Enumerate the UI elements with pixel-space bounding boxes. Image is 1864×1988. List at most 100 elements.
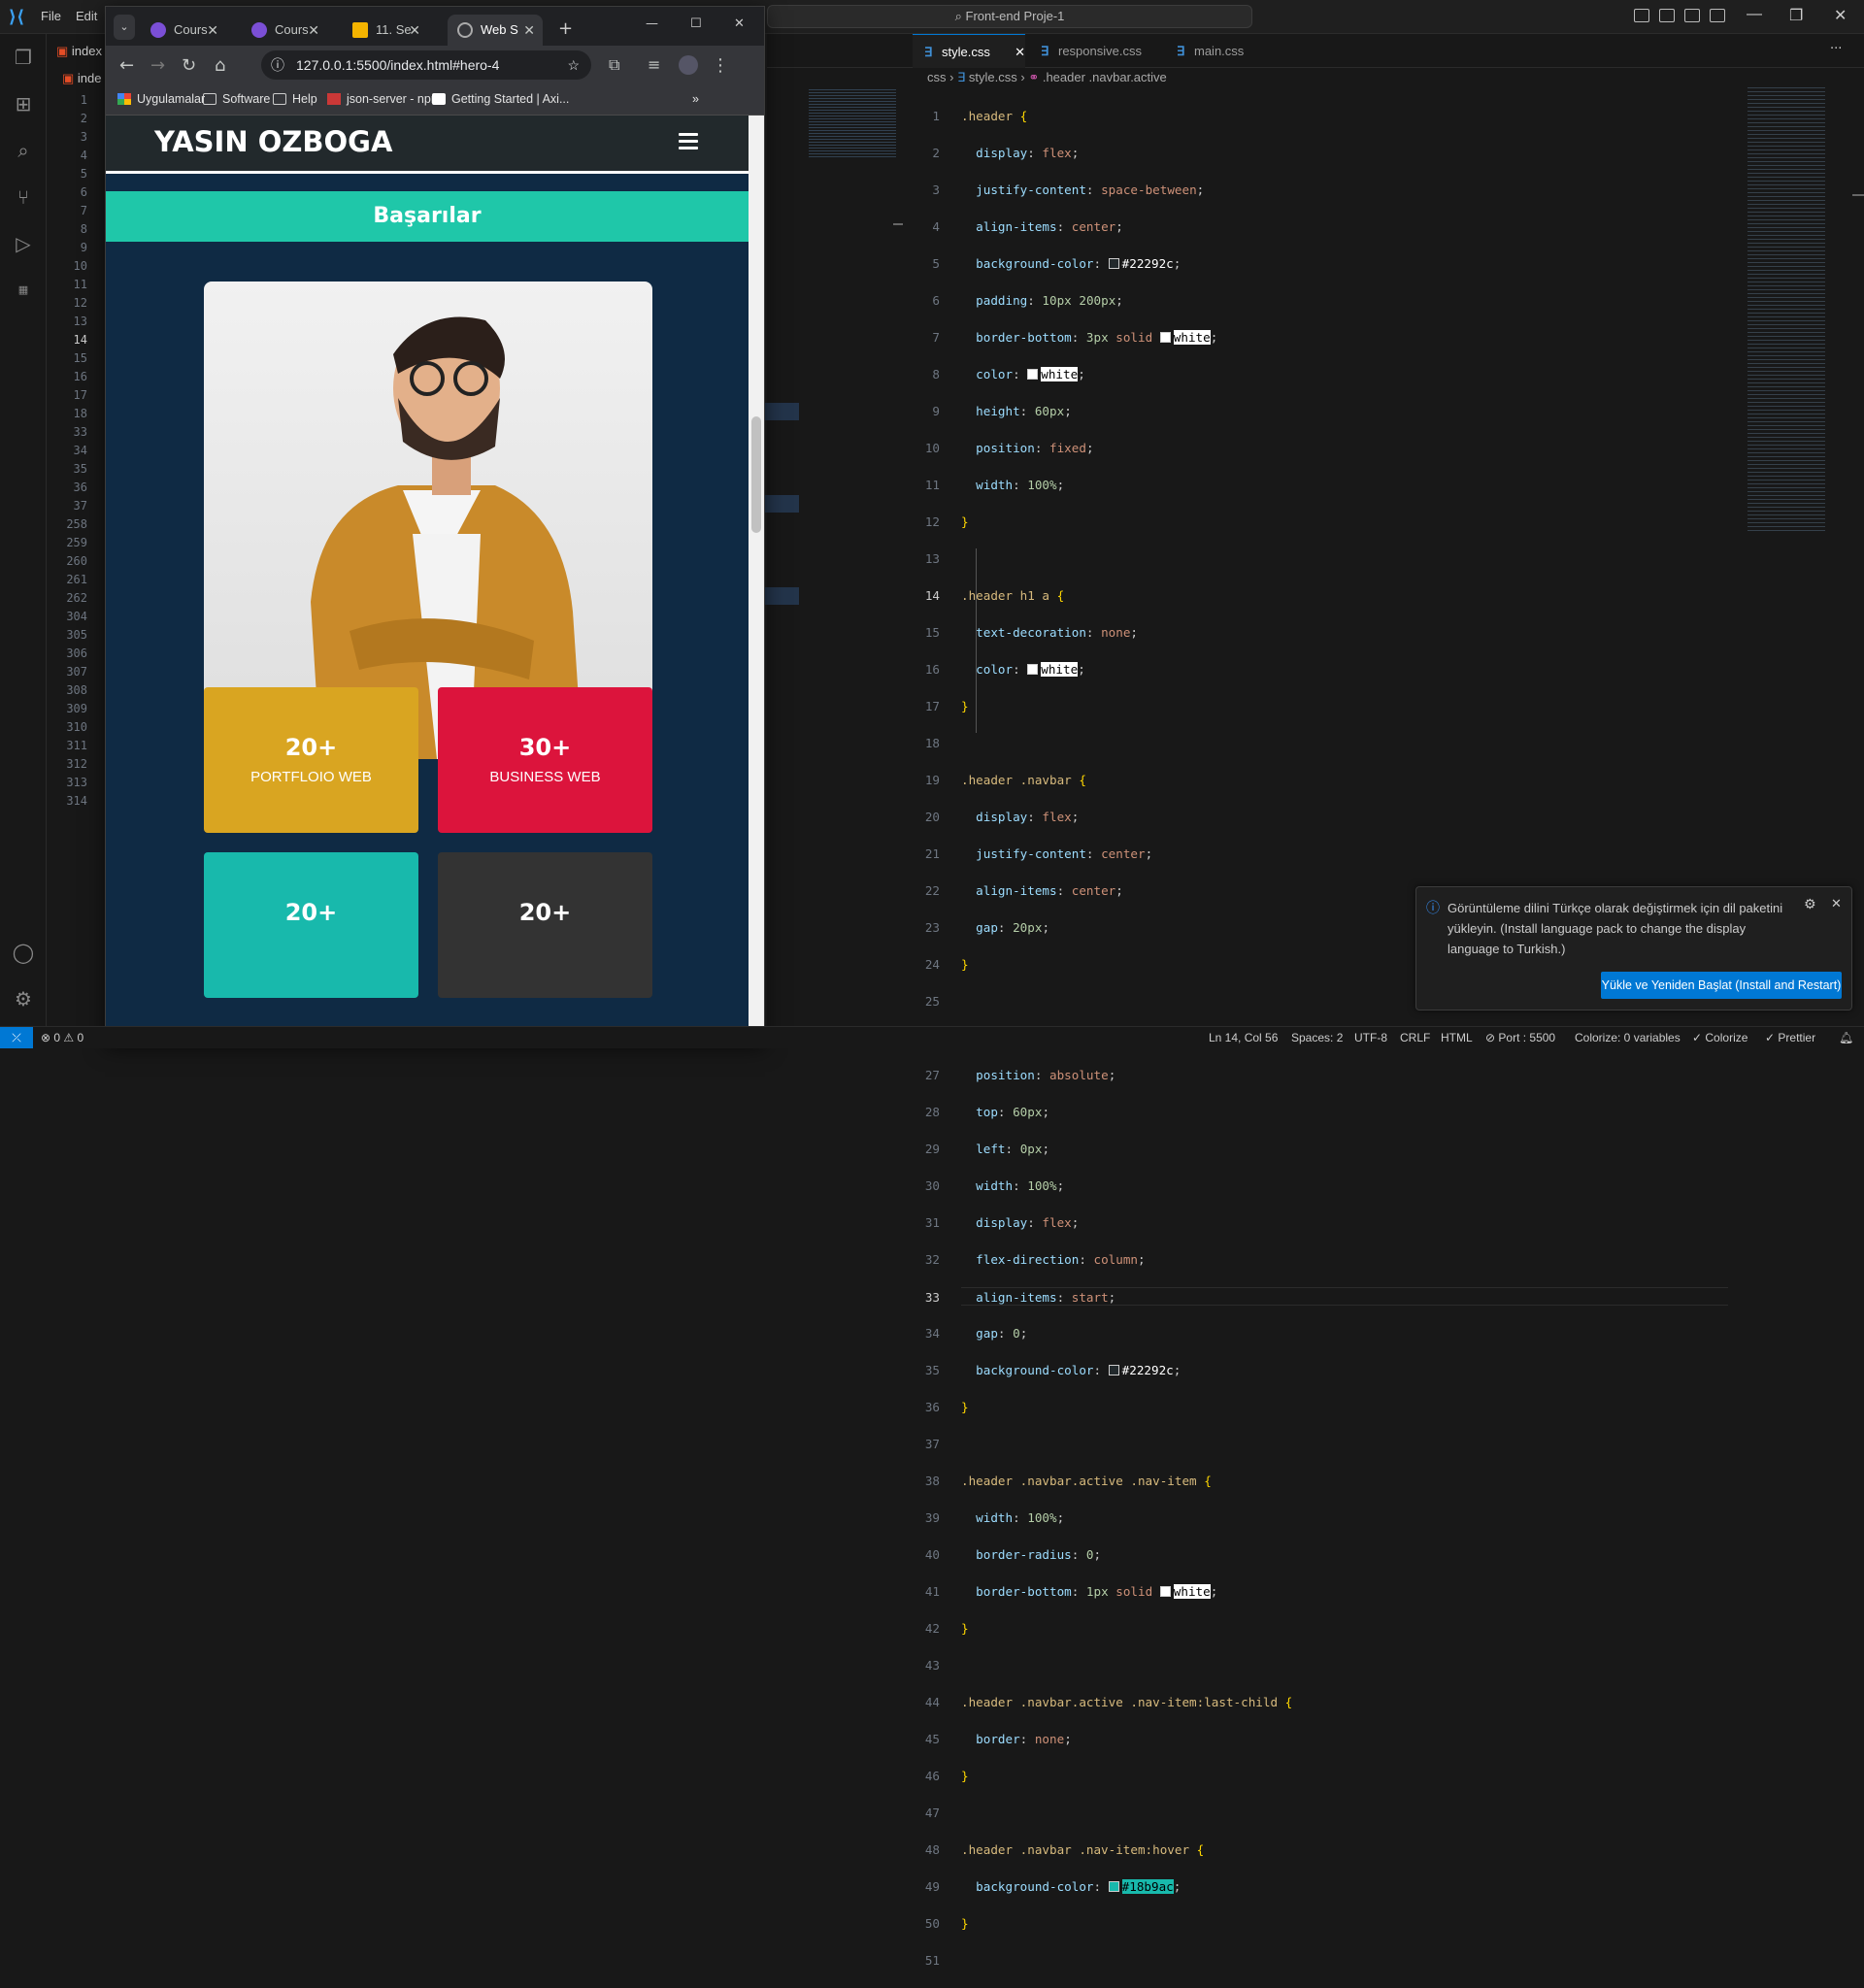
bookmarks-bar: Uygulamalar Software Help json-server - … [106,84,764,116]
minimize-icon[interactable]: — [1747,6,1762,23]
close-tab-icon[interactable]: ✕ [523,15,535,46]
menu-edit[interactable]: Edit [76,9,97,23]
explorer-icon[interactable]: ❐ [10,44,37,71]
browser-menu-icon[interactable]: ⋮ [712,55,729,76]
close-tab-icon[interactable]: ✕ [207,15,218,46]
close-icon[interactable]: ✕ [1834,6,1847,25]
cursor-position[interactable]: Ln 14, Col 56 [1209,1031,1278,1044]
page-viewport[interactable]: YASIN OZBOGA Başarılar 20+ PORTFLOIO WEB … [106,116,749,1044]
media-control-icon[interactable]: ≡ [648,55,660,74]
bookmark-apps[interactable]: Uygulamalar [117,92,205,106]
breadcrumb-folder[interactable]: css [927,70,947,84]
bookmark-star-icon[interactable]: ☆ [567,50,580,80]
bookmark-json-server[interactable]: json-server - npm [327,92,441,106]
highlight-strip [764,587,799,605]
close-tab-icon[interactable]: ✕ [409,15,420,46]
account-icon[interactable]: ◯ [10,939,37,966]
line-number: 310 [66,720,87,734]
site-logo[interactable]: YASIN OZBOGA [154,125,392,158]
problems-indicator[interactable]: ⊗ 0 ⚠ 0 [41,1031,83,1044]
scrollbar-thumb[interactable] [751,416,761,533]
browser-toolbar: ← → ↻ ⌂ ⓘ 127.0.0.1:5500/index.html#hero-… [106,46,764,84]
page-scrollbar[interactable] [749,116,764,1044]
editor-more-icon[interactable]: ··· [1830,42,1842,56]
browser-tab[interactable]: Cours ✕ [242,15,327,46]
minimize-icon[interactable]: — [646,17,658,31]
indentation[interactable]: Spaces: 2 [1291,1031,1343,1044]
tab-responsive-css[interactable]: ∃ responsive.css [1029,34,1165,68]
breadcrumb[interactable]: css › ∃ style.css › ⚭ .header .navbar.ac… [927,70,1167,85]
line-number: 15 [73,351,87,365]
toggle-primary-sidebar-icon[interactable] [1634,9,1649,22]
more-bookmarks-icon[interactable]: » [692,92,699,106]
live-server-port[interactable]: ⊘ Port : 5500 [1485,1031,1555,1044]
breadcrumb-file[interactable]: style.css [969,70,1017,84]
toggle-panel-icon[interactable] [1659,9,1675,22]
menu-file[interactable]: File [41,9,61,23]
toggle-secondary-sidebar-icon[interactable] [1684,9,1700,22]
site-info-icon[interactable]: ⓘ [271,50,284,80]
line-number: 1 [80,93,87,107]
home-icon[interactable]: ⌂ [215,55,225,76]
end-of-line[interactable]: CRLF [1400,1031,1430,1044]
prettier-status[interactable]: ✓ Prettier [1765,1031,1815,1044]
search-icon[interactable]: ⌕ [10,137,37,164]
axios-icon [432,93,446,105]
line-number: 262 [66,591,87,605]
profile-avatar[interactable] [679,55,698,75]
close-window-icon[interactable]: ✕ [734,17,745,31]
indent-guide [976,548,977,733]
bookmark-help[interactable]: Help [273,92,317,106]
left-editor-tab[interactable]: ▣ index [56,44,102,59]
line-number: 261 [66,573,87,586]
line-number: 258 [66,517,87,531]
command-center[interactable]: ⌕ Front-end Proje-1 [767,5,1252,28]
extensions-icon[interactable]: ⊞ [10,90,37,117]
language-mode[interactable]: HTML [1441,1031,1473,1044]
forward-icon[interactable]: → [150,55,165,76]
reload-icon[interactable]: ↻ [182,55,196,76]
tab-search-chevron-icon[interactable]: ⌄ [114,15,135,40]
close-icon[interactable]: ✕ [1831,897,1842,911]
bookmark-software[interactable]: Software [203,92,270,106]
line-number: 308 [66,683,87,697]
source-control-icon[interactable]: ⑂ [10,183,37,211]
left-editor-breadcrumb[interactable]: ▣ inde [62,71,101,86]
new-tab-icon[interactable]: + [558,18,573,39]
bookmark-label: json-server - npm [347,92,442,106]
language-pack-notification: ⓘ Görüntüleme dilini Türkçe olarak değiş… [1415,886,1852,1011]
remote-icon[interactable]: ⤫ [0,1027,33,1048]
browser-tab-active[interactable]: Web S ✕ [448,15,543,46]
close-tab-icon[interactable]: ✕ [308,15,319,46]
breadcrumb-symbol[interactable]: .header .navbar.active [1043,70,1167,84]
run-debug-icon[interactable]: ▷ [10,230,37,257]
customize-layout-icon[interactable] [1710,9,1725,22]
colorize-variables[interactable]: Colorize: 0 variables [1575,1031,1681,1044]
bookmark-axios[interactable]: Getting Started | Axi... [432,92,569,106]
settings-gear-icon[interactable]: ⚙ [10,985,37,1012]
left-editor-breadcrumb-label: inde [77,71,102,85]
tab-style-css[interactable]: ∃ style.css ✕ [913,34,1025,68]
stat-card: 20+ PORTFLOIO WEB [204,687,418,833]
browser-tab[interactable]: Cours ✕ [141,15,226,46]
colorize-toggle[interactable]: ✓ Colorize [1692,1031,1748,1044]
address-bar[interactable]: ⓘ 127.0.0.1:5500/index.html#hero-4 ☆ [261,50,591,80]
html-file-icon: ▣ [56,44,72,58]
encoding[interactable]: UTF-8 [1354,1031,1387,1044]
apps-grid-icon [117,93,131,105]
extensions-icon[interactable]: ⧉ [609,55,619,75]
restore-icon[interactable]: ❐ [1789,6,1803,25]
browser-tab[interactable]: 11. Se ✕ [343,15,428,46]
back-icon[interactable]: ← [119,55,134,76]
codegpt-icon[interactable]: ▦ [10,277,37,304]
install-restart-button[interactable]: Yükle ve Yeniden Başlat (Install and Res… [1601,972,1842,999]
line-number: 18 [73,407,87,420]
minimap[interactable] [1748,87,1825,534]
hamburger-menu-icon[interactable] [679,133,698,150]
css-file-icon: ∃ [924,45,933,59]
close-tab-icon[interactable]: ✕ [1015,35,1025,69]
maximize-icon[interactable]: ☐ [690,17,702,31]
tab-main-css[interactable]: ∃ main.css [1165,34,1282,68]
gear-icon[interactable]: ⚙ [1804,897,1816,912]
notifications-bell-icon[interactable]: 🔔︎ [1839,1031,1853,1044]
